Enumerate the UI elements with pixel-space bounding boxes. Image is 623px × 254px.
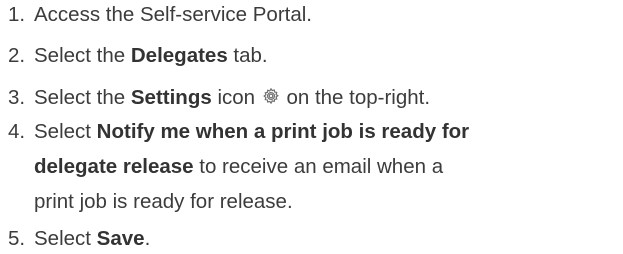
save-label: Save xyxy=(96,227,145,250)
step-number: 3. xyxy=(8,86,26,109)
step-text: print job is ready for release. xyxy=(34,190,293,213)
step-3: 3. Select the Settings icon on the top-ri… xyxy=(0,86,430,110)
instruction-steps: 1. Access the Self-service Portal. 2. Sele… xyxy=(0,0,623,254)
notify-option-label-continued: delegate release xyxy=(34,155,194,178)
step-number: 4. xyxy=(8,120,26,143)
step-text: to receive an email when a xyxy=(193,155,444,178)
step-text: Select the xyxy=(34,44,131,67)
step-1: 1. Access the Self-service Portal. xyxy=(0,3,312,27)
step-5: 5. Select Save. xyxy=(0,227,150,251)
settings-label: Settings xyxy=(130,86,212,109)
notify-option-label: Notify me when a print job is ready for xyxy=(96,120,470,143)
step-text: . xyxy=(144,227,151,250)
step-number: 1. xyxy=(8,3,26,26)
gear-icon xyxy=(262,87,280,105)
step-4-continued: delegate release to receive an email whe… xyxy=(0,155,443,179)
step-text: Select xyxy=(34,120,97,143)
step-text: Access the Self-service Portal. xyxy=(34,3,312,26)
step-text: Select the xyxy=(34,86,131,109)
step-text: tab. xyxy=(227,44,268,67)
step-number: 2. xyxy=(8,44,26,67)
step-2: 2. Select the Delegates tab. xyxy=(0,44,268,68)
step-text: on the top-right. xyxy=(280,86,431,109)
delegates-tab-label: Delegates xyxy=(130,44,228,67)
step-number: 5. xyxy=(8,227,26,250)
step-4-continued: print job is ready for release. xyxy=(0,190,293,214)
step-text: Select xyxy=(34,227,97,250)
step-4: 4. Select Notify me when a print job is r… xyxy=(0,120,469,144)
step-text: icon xyxy=(211,86,261,109)
